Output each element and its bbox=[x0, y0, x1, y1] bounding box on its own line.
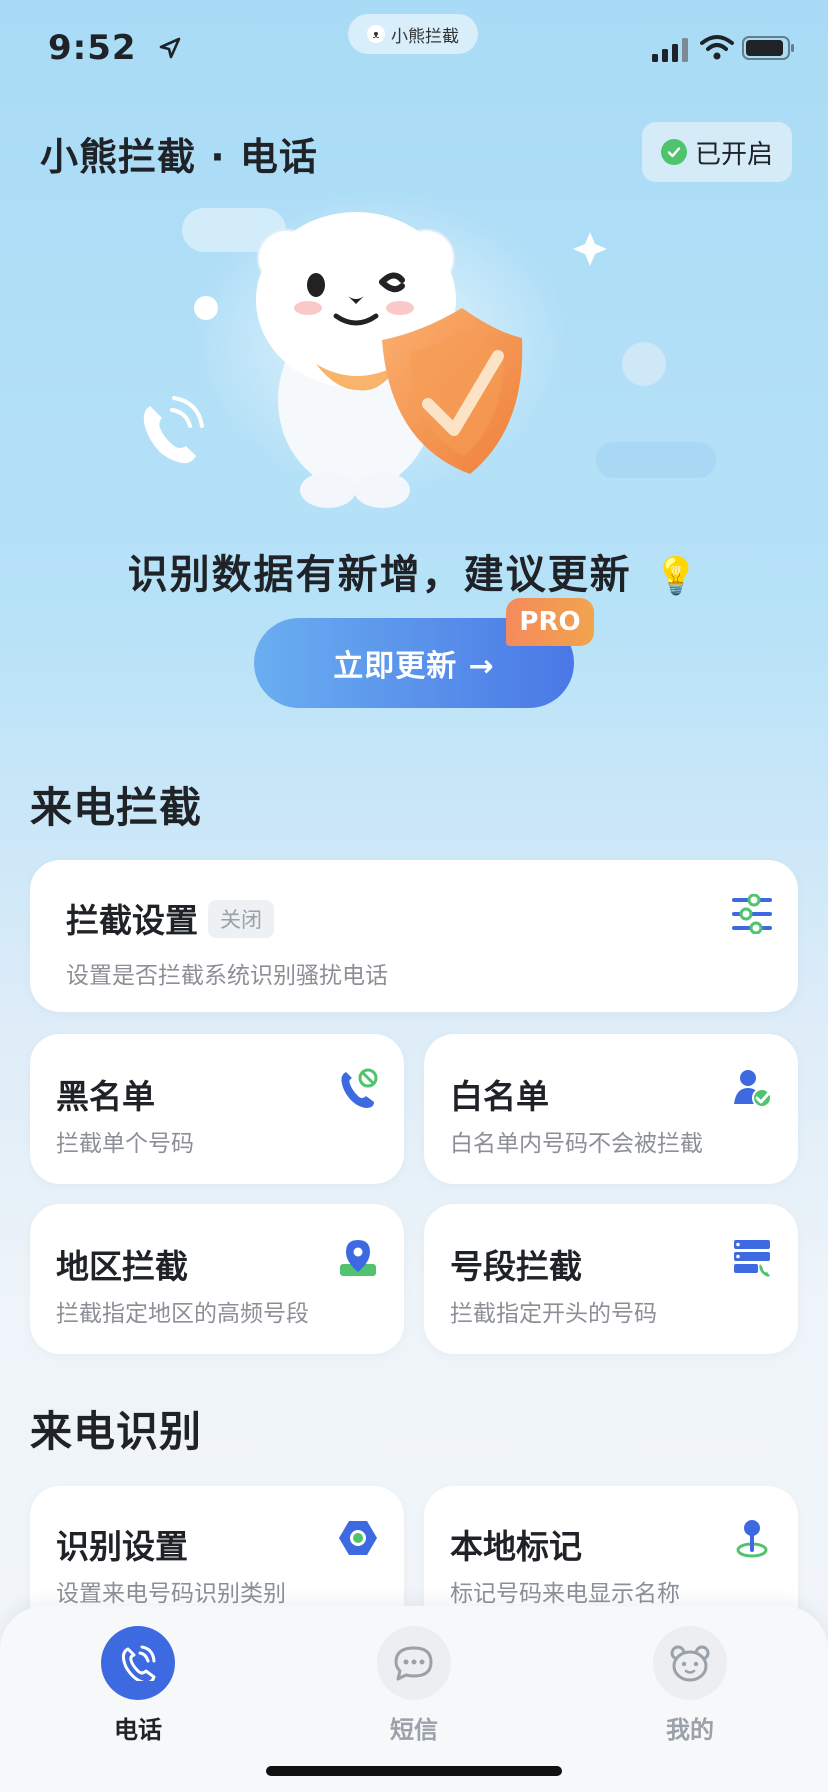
phone-ring-decoration bbox=[143, 396, 204, 464]
blacklist-card[interactable]: 黑名单 拦截单个号码 bbox=[30, 1034, 404, 1184]
check-circle-icon bbox=[660, 139, 687, 165]
island-app-label: 小熊拦截 bbox=[391, 26, 459, 47]
tab-sms[interactable]: 短信 bbox=[354, 1626, 474, 1745]
phone-tab-icon bbox=[101, 1626, 175, 1700]
whitelist-title: 白名单 bbox=[450, 1077, 549, 1116]
local-mark-title: 本地标记 bbox=[450, 1527, 582, 1566]
wifi-icon bbox=[700, 35, 734, 60]
map-pin-icon bbox=[340, 1240, 376, 1276]
tab-label-mine: 我的 bbox=[666, 1716, 714, 1744]
region-intercept-title: 地区拦截 bbox=[56, 1247, 188, 1286]
intercept-settings-card[interactable]: 拦截设置 关闭 设置是否拦截系统识别骚扰电话 bbox=[30, 860, 798, 1012]
identify-settings-title: 识别设置 bbox=[56, 1527, 188, 1566]
sliders-icon bbox=[732, 894, 772, 934]
intercept-settings-subtitle: 设置是否拦截系统识别骚扰电话 bbox=[66, 963, 388, 989]
prefix-intercept-title: 号段拦截 bbox=[450, 1247, 582, 1286]
bear-shield-illustration bbox=[143, 190, 716, 508]
blacklist-subtitle: 拦截单个号码 bbox=[56, 1131, 194, 1157]
region-intercept-subtitle: 拦截指定地区的高频号段 bbox=[56, 1301, 309, 1327]
update-message-text: 识别数据有新增，建议更新 bbox=[127, 552, 632, 598]
pro-badge: PRO bbox=[506, 598, 594, 646]
status-badge-label: 已开启 bbox=[694, 139, 773, 170]
whitelist-card[interactable]: 白名单 白名单内号码不会被拦截 bbox=[424, 1034, 798, 1184]
intercept-status-tag: 关闭 bbox=[208, 900, 274, 938]
home-indicator[interactable] bbox=[266, 1766, 562, 1776]
tab-phone[interactable]: 电话 bbox=[78, 1626, 198, 1745]
prefix-intercept-subtitle: 拦截指定开头的号码 bbox=[450, 1301, 657, 1327]
location-arrow-icon bbox=[159, 37, 181, 59]
bear-face-tab-icon bbox=[653, 1626, 727, 1700]
number-range-icon bbox=[734, 1240, 770, 1277]
tab-label-phone: 电话 bbox=[114, 1716, 162, 1744]
page-title: 小熊拦截 · 电话 bbox=[40, 135, 318, 179]
cellular-signal-icon bbox=[652, 38, 688, 62]
phone-block-icon bbox=[341, 1068, 378, 1108]
section-title-intercept: 来电拦截 bbox=[30, 783, 203, 832]
prefix-intercept-card[interactable]: 号段拦截 拦截指定开头的号码 bbox=[424, 1204, 798, 1354]
user-check-icon bbox=[734, 1070, 772, 1108]
identify-settings-subtitle: 设置来电号码识别类别 bbox=[56, 1581, 286, 1607]
status-time: 9:52 bbox=[48, 28, 137, 68]
intercept-settings-title: 拦截设置 bbox=[66, 901, 198, 940]
hexagon-settings-icon bbox=[339, 1521, 377, 1555]
message-tab-icon bbox=[377, 1626, 451, 1700]
section-title-identify: 来电识别 bbox=[30, 1407, 203, 1456]
battery-icon bbox=[742, 36, 794, 60]
tab-label-sms: 短信 bbox=[390, 1716, 438, 1744]
tab-mine[interactable]: 我的 bbox=[630, 1626, 750, 1745]
dynamic-island-app[interactable]: ᴥ 小熊拦截 bbox=[348, 14, 478, 54]
whitelist-subtitle: 白名单内号码不会被拦截 bbox=[450, 1131, 703, 1157]
phone-screen: 9:52 ᴥ 小熊拦截 小熊拦截 · 电话 已开启 识别数据有新增，建议更新 💡… bbox=[0, 0, 828, 1792]
region-intercept-card[interactable]: 地区拦截 拦截指定地区的高频号段 bbox=[30, 1204, 404, 1354]
status-bar: 9:52 ᴥ 小熊拦截 bbox=[0, 0, 828, 100]
update-message: 识别数据有新增，建议更新 💡 bbox=[0, 542, 828, 600]
local-mark-subtitle: 标记号码来电显示名称 bbox=[450, 1581, 680, 1607]
blacklist-title: 黑名单 bbox=[56, 1077, 155, 1116]
bottom-tab-bar: 电话 短信 我的 bbox=[0, 1606, 828, 1792]
intercept-status-badge[interactable]: 已开启 bbox=[642, 122, 792, 182]
location-mark-icon bbox=[736, 1520, 768, 1558]
bear-mini-icon: ᴥ bbox=[367, 25, 385, 43]
lightbulb-icon: 💡 bbox=[653, 556, 701, 597]
